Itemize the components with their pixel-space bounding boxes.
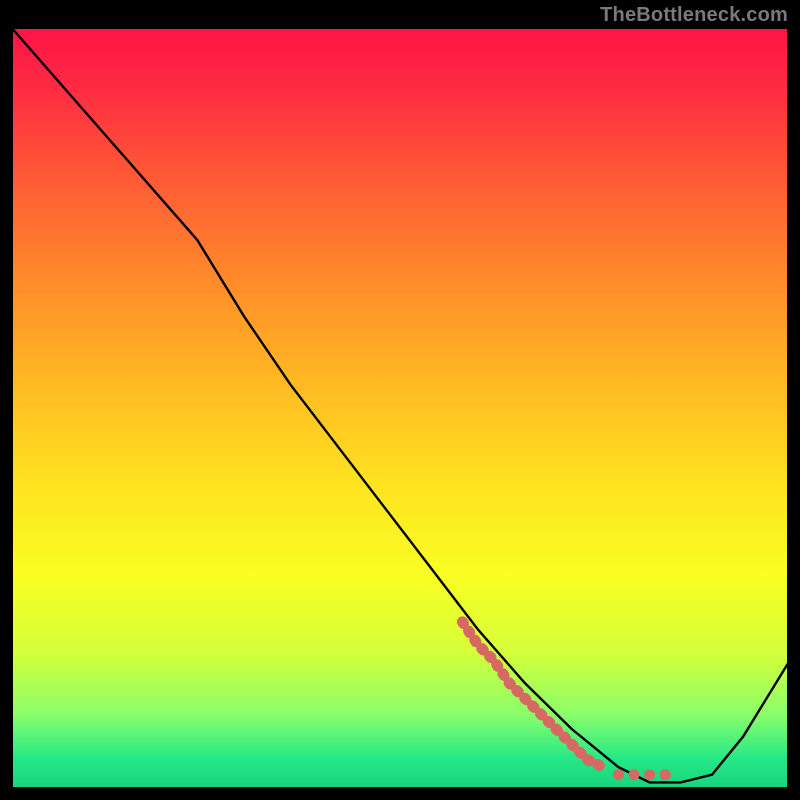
chart-frame bbox=[10, 26, 790, 790]
watermark-text: TheBottleneck.com bbox=[600, 4, 788, 27]
chart-gradient-background bbox=[10, 26, 790, 790]
